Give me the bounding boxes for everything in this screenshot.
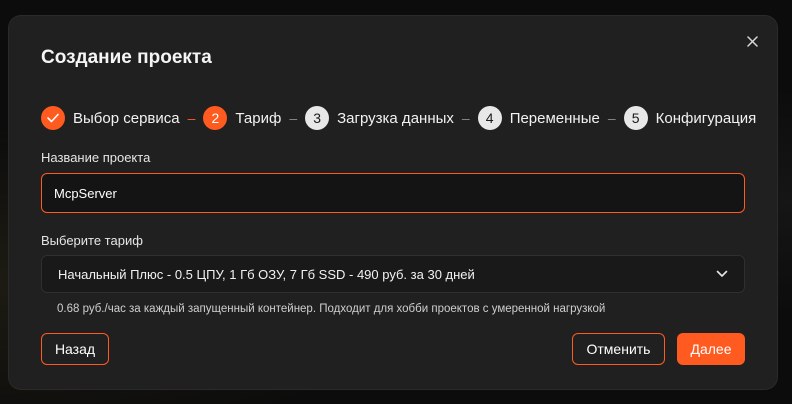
step-separator: – [289,110,298,126]
tariff-select[interactable]: Начальный Плюс - 0.5 ЦПУ, 1 Гб ОЗУ, 7 Гб… [41,255,745,293]
project-name-label: Название проекта [41,150,151,165]
tariff-selected-value: Начальный Плюс - 0.5 ЦПУ, 1 Гб ОЗУ, 7 Гб… [58,266,475,282]
step-service[interactable]: Выбор сервиса [41,106,180,130]
step-label: Тариф [235,109,282,127]
project-name-input[interactable]: McpServer [41,173,745,213]
check-icon [41,106,65,130]
back-button[interactable]: Назад [41,333,109,365]
step-label: Переменные [509,109,600,127]
step-configuration[interactable]: 5 Конфигурация [623,106,757,130]
step-number: 3 [305,106,330,130]
step-variables[interactable]: 4 Переменные [477,106,600,130]
step-label: Загрузка данных [337,109,454,127]
project-name-value: McpServer [54,185,117,201]
step-tariff[interactable]: 2 Тариф [203,106,281,130]
step-separator: – [187,110,196,126]
step-label: Конфигурация [655,109,757,127]
tariff-label: Выберите тариф [41,233,143,248]
dialog-title: Создание проекта [41,47,212,68]
step-number: 5 [623,106,648,130]
step-separator: – [461,110,470,126]
tariff-hint: 0.68 руб./час за каждый запущенный конте… [57,303,606,315]
close-icon [746,35,758,47]
step-separator: – [607,110,616,126]
close-button[interactable] [743,32,761,50]
cancel-button[interactable]: Отменить [572,333,665,365]
next-button[interactable]: Далее [677,333,745,365]
chevron-down-icon [716,270,728,277]
stepper: Выбор сервиса – 2 Тариф – 3 Загрузка дан… [41,106,756,130]
step-label: Выбор сервиса [73,109,180,127]
step-number: 2 [203,106,228,130]
step-data-upload[interactable]: 3 Загрузка данных [305,106,454,130]
step-number: 4 [477,106,502,130]
create-project-dialog: Создание проекта Выбор сервиса – 2 Тариф… [9,16,777,389]
